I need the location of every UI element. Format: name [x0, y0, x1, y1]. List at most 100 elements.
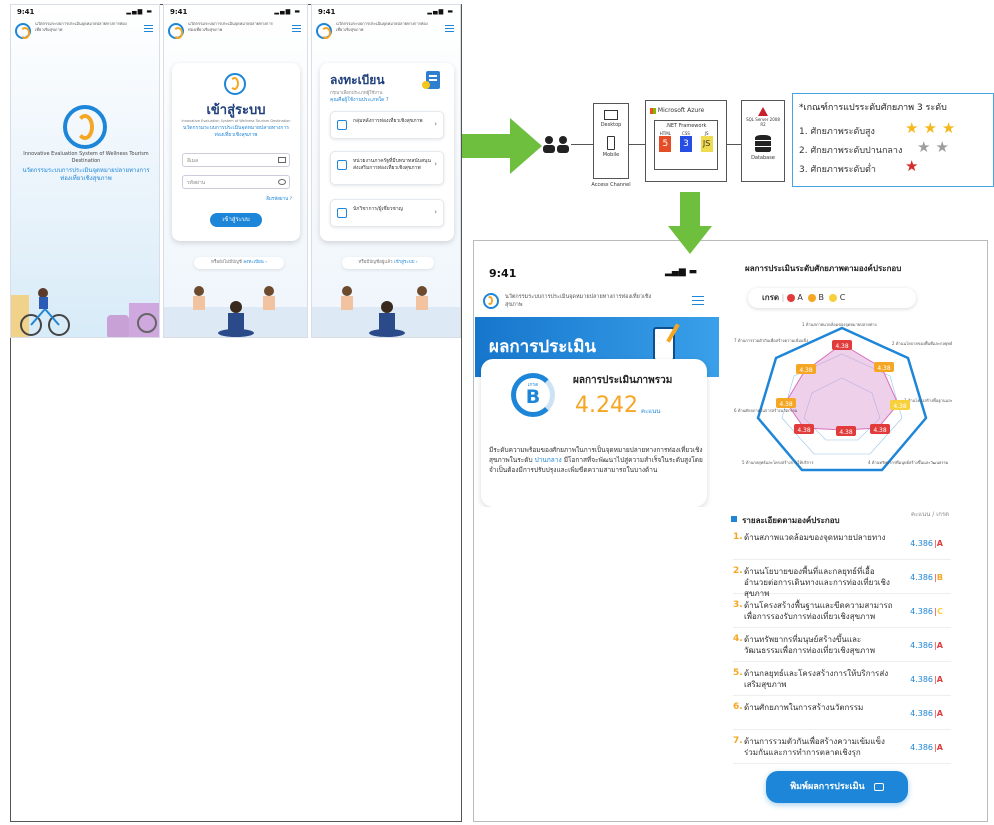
yoga-illustration	[312, 277, 460, 337]
row-text: ด้านสภาพแวดล้อมของจุดหมายปลายทาง	[744, 533, 886, 542]
row-number: 5.	[733, 668, 743, 678]
users-icon	[541, 135, 571, 153]
row-text: ด้านการรวมตัวกันเพื่อสร้างความเข้มแข็งร่…	[744, 737, 885, 757]
row-grade: C	[937, 607, 943, 616]
overall-result-card: เกรด B ผลการประเมินภาพรวม 4.242 คะแนน มี…	[481, 359, 707, 507]
detail-row: 7. ด้านการรวมตัวกันเพื่อสร้างความเข้มแข็ง…	[733, 732, 951, 764]
option-wellness-tourist[interactable]: กลุ่มหลังการท่องเที่ยวเชิงสุขภาพ ›	[330, 111, 444, 139]
row-grade: B	[936, 573, 943, 582]
option-academic-expert[interactable]: นักวิชาการ/ผู้เชี่ยวชาญ ›	[330, 199, 444, 227]
login-link[interactable]: เข้าสู่ระบบ	[394, 260, 414, 265]
logo-icon	[483, 293, 499, 309]
sql-label: SQL Server 2008 R2	[746, 117, 780, 127]
row-score: 4.386	[910, 607, 933, 616]
row-grade: A	[936, 539, 943, 548]
component-title: ผลการประเมินระดับศักยภาพตามองค์ประกอบ	[745, 264, 902, 273]
row-number: 1.	[733, 532, 743, 542]
detail-row: 1. ด้านสภาพแวดล้อมของจุดหมายปลายทาง 4.386 |…	[733, 528, 951, 560]
overall-title: ผลการประเมินภาพรวม	[573, 375, 673, 386]
arrow-down-icon	[668, 192, 712, 254]
printer-icon	[873, 782, 884, 791]
row-score: 4.386	[910, 709, 933, 718]
grade-legend-label: เกรด	[762, 293, 780, 302]
detail-column-header: คะแนน / เกรด	[911, 511, 949, 518]
radar-axis-label-6: 6 ด้านศักยภาพในการสร้างนวัตกรรม	[734, 408, 798, 413]
detail-square-icon	[731, 515, 737, 522]
splash-logo-icon	[63, 105, 107, 149]
grade-c-dot-icon	[829, 293, 838, 302]
row-text: ด้านนโยบายของพื้นที่และกลยุทธ์ที่เอื้ออำ…	[744, 567, 890, 598]
login-title: เข้าสู่ระบบ	[206, 103, 266, 118]
register-question: คุณคือผู้ใช้งานประเภทใด ?	[330, 97, 389, 103]
row-score: 4.386	[910, 675, 933, 684]
signal-icon: ▂▄▆ ▬	[126, 8, 153, 15]
register-document-icon	[422, 71, 440, 89]
print-result-button[interactable]: พิมพ์ผลการประเมิน	[766, 771, 908, 803]
radar-value-7: 4.38	[779, 401, 793, 408]
chevron-right-icon: ›	[434, 120, 437, 128]
register-link[interactable]: ลงทะเบียน	[243, 260, 263, 265]
radar-chart: 1 ด้านสภาพแวดล้อมของจุดหมายปลายทาง 2 ด้า…	[734, 322, 952, 472]
banner-title: ผลการประเมิน	[489, 337, 597, 357]
menu-icon[interactable]	[445, 25, 454, 32]
signal-icon: ▂▄▆ ▬	[427, 8, 454, 15]
menu-icon[interactable]	[692, 296, 704, 305]
cyclist-illustration	[11, 275, 159, 337]
row-text: ด้านทรัพยากรที่มนุษย์สร้างขึ้นและวัฒนธรร…	[744, 635, 876, 655]
app-header: นวัตกรรมระบบการประเมินจุดหมายปลายทางการท…	[312, 21, 460, 41]
login-screen: 9:41 ▂▄▆ ▬ นวัตกรรมระบบการประเมินจุดหมายป…	[163, 4, 308, 338]
grade-b-label: B	[818, 293, 825, 302]
database-label: Database	[751, 155, 775, 161]
register-card: ลงทะเบียน กรุณาเลือกประเภทผู้ใช้งาน คุณค…	[320, 63, 454, 241]
star-medium-icon: ★★	[917, 138, 954, 156]
chevron-right-icon: ›	[434, 160, 437, 168]
grade-c-label: C	[839, 293, 846, 302]
radar-axis-label-1: 1 ด้านสภาพแวดล้อมของจุดหมายปลายทาง	[802, 322, 877, 328]
app-name: นวัตกรรมระบบการประเมินจุดหมายปลายทางการท…	[336, 21, 428, 32]
radar-value-6: 4.38	[797, 427, 811, 434]
yoga-illustration	[164, 277, 307, 337]
row-number: 7.	[733, 736, 743, 746]
app-header: นวัตกรรมระบบการประเมินจุดหมายปลายทางการท…	[164, 21, 307, 41]
score-unit: คะแนน	[641, 408, 661, 415]
menu-icon[interactable]	[292, 25, 301, 32]
option-government-agency[interactable]: หน่วยงานภาครัฐที่มีบทบาทสนับสนุน ส่งเสริ…	[330, 151, 444, 185]
azure-box: Microsoft Azure .NET Framework HTML 5 CSS…	[645, 100, 727, 182]
radar-axis-label-4: 4 ด้านทรัพยากรที่มนุษย์สร้างขึ้นและวัฒนธ…	[868, 458, 949, 466]
row-grade: A	[936, 675, 943, 684]
menu-icon[interactable]	[144, 25, 153, 32]
print-button-label: พิมพ์ผลการประเมิน	[790, 782, 865, 792]
register-subtitle: กรุณาเลือกประเภทผู้ใช้งาน	[330, 91, 383, 96]
time-label: 9:41	[489, 267, 517, 280]
forgot-password-link[interactable]: ลืมรหัสผ่าน ?	[252, 195, 292, 202]
system-name-th: นวัตกรรมระบบการประเมินจุดหมายปลายทางการท…	[22, 167, 150, 182]
database-box: SQL Server 2008 R2 Database	[741, 100, 785, 182]
app-name: นวัตกรรมระบบการประเมินจุดหมายปลายทางการท…	[505, 294, 652, 308]
radar-value-1: 4.38	[835, 343, 849, 350]
radar-value-3: 4.38	[893, 403, 907, 410]
logo-icon	[15, 23, 31, 39]
grade-ring: เกรด B	[511, 373, 555, 417]
login-prompt-text: หรือมีบัญชีอยู่แล้ว	[358, 260, 393, 265]
password-field[interactable]: รหัสผ่าน	[182, 175, 290, 189]
radar-value-5: 4.38	[839, 429, 853, 436]
eye-icon[interactable]	[278, 179, 286, 185]
access-channel-box: Desktop Mobile	[593, 103, 629, 179]
login-button[interactable]: เข้าสู่ระบบ	[210, 213, 262, 227]
legend-title: *เกณฑ์การแปรระดับศักยภาพ 3 ระดับ	[799, 103, 947, 113]
overall-grade: B	[525, 386, 541, 408]
register-screen: 9:41 ▂▄▆ ▬ นวัตกรรมระบบการประเมินจุดหมายป…	[311, 4, 461, 338]
group-icon	[337, 120, 347, 130]
radar-axis-label-7: 7 ด้านการรวมตัวกันเพื่อสร้างความเข้มแข็ง	[734, 337, 808, 343]
detail-header: รายละเอียดตามองค์ประกอบ คะแนน / เกรด	[731, 508, 953, 525]
row-score: 4.386	[910, 743, 933, 752]
register-title: ลงทะเบียน	[330, 73, 385, 87]
result-description: มีระดับความพร้อมของศักยภาพในการเป็นจุดหม…	[489, 446, 703, 474]
legend-level-medium: 2. ศักยภาพระดับปานกลาง	[799, 146, 903, 156]
row-score: 4.386	[910, 641, 933, 650]
grade-a-label: A	[797, 293, 803, 302]
detail-row: 5. ด้านกลยุทธ์และโครงสร้างการให้บริการส่ง…	[733, 664, 951, 696]
time-label: 9:41	[170, 8, 188, 16]
email-field[interactable]: อีเมล	[182, 153, 290, 167]
html5-icon: 5	[659, 136, 672, 152]
